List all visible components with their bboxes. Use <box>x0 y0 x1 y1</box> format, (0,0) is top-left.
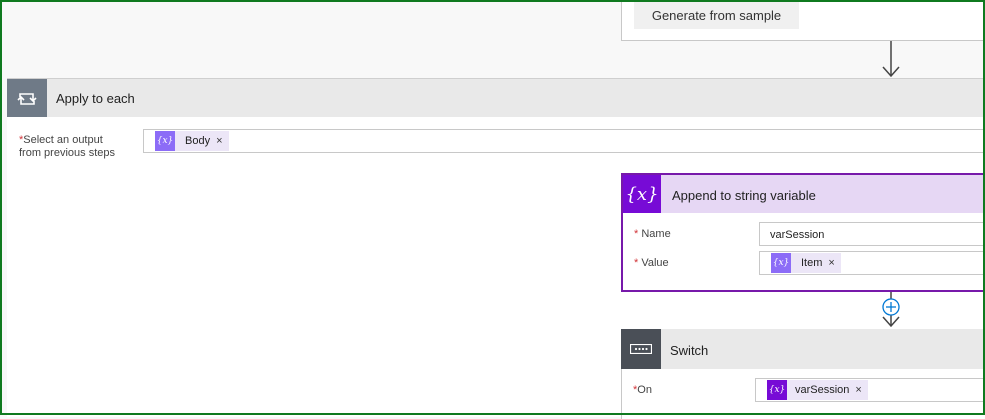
select-output-input[interactable]: {x} Body × <box>143 129 985 153</box>
value-field-label: * Value <box>634 257 669 269</box>
connector-arrow-icon <box>882 41 900 78</box>
append-to-string-variable-card[interactable]: {x} Append to string variable * Name var… <box>621 173 985 292</box>
apply-to-each-title: Apply to each <box>56 91 135 106</box>
switch-body: *On {x} varSession × <box>621 369 985 419</box>
variable-icon: {x} <box>767 380 787 400</box>
remove-varsession-token-icon[interactable]: × <box>855 384 867 396</box>
switch-title: Switch <box>670 343 709 358</box>
select-output-label: *Select an output from previous steps <box>19 134 115 159</box>
loop-icon <box>7 79 47 118</box>
name-field-label: * Name <box>634 228 671 240</box>
generate-from-sample-button[interactable]: Generate from sample <box>634 2 799 29</box>
add-step-icon[interactable] <box>881 297 901 317</box>
apply-to-each-header[interactable]: Apply to each <box>7 78 985 118</box>
variable-icon: {x} <box>155 131 175 151</box>
parse-json-card: Generate from sample <box>621 0 985 41</box>
on-field[interactable]: {x} varSession × <box>755 378 985 402</box>
remove-item-token-icon[interactable]: × <box>828 257 840 269</box>
body-token-label: Body <box>185 135 211 147</box>
name-field[interactable]: varSession <box>759 222 985 246</box>
variable-icon: {x} <box>623 175 661 213</box>
item-token[interactable]: {x} Item × <box>771 253 841 273</box>
body-token[interactable]: {x} Body × <box>155 131 229 151</box>
item-token-label: Item <box>801 257 823 269</box>
append-variable-header[interactable]: {x} Append to string variable <box>623 175 985 213</box>
value-field[interactable]: {x} Item × <box>759 251 985 275</box>
switch-header[interactable]: Switch <box>621 329 985 369</box>
remove-body-token-icon[interactable]: × <box>216 135 228 147</box>
variable-icon: {x} <box>771 253 791 273</box>
switch-icon <box>621 329 661 369</box>
append-variable-title: Append to string variable <box>672 188 816 203</box>
varsession-token-label: varSession <box>795 384 850 396</box>
varsession-token[interactable]: {x} varSession × <box>767 380 868 400</box>
on-field-label: *On <box>633 384 652 396</box>
